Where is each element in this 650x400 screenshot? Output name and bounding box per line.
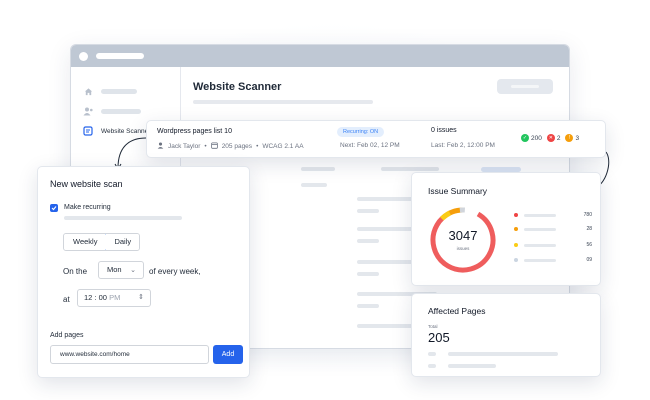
row-placeholder xyxy=(428,364,436,368)
legend-row: 56 xyxy=(514,241,592,249)
legend-row: 09 xyxy=(514,256,592,264)
subtitle-placeholder xyxy=(193,100,373,104)
legend-value: 28 xyxy=(586,226,592,232)
scan-pages: 205 pages xyxy=(221,143,253,150)
legend-value: 09 xyxy=(586,257,592,263)
scan-meta: Jack Taylor • 205 pages • WCAG 2.1 AA xyxy=(157,142,304,151)
recurring-hint-placeholder xyxy=(64,216,182,220)
sidebar-item-placeholder xyxy=(101,108,141,114)
frequency-weekly-button[interactable]: Weekly xyxy=(64,234,108,250)
last-run: Last: Feb 2, 12:00 PM xyxy=(431,142,495,149)
page-title: Website Scanner xyxy=(193,81,282,93)
sidebar-item-placeholder xyxy=(101,88,137,94)
legend-placeholder xyxy=(524,243,556,247)
legend-row: 780 xyxy=(514,211,592,219)
row-placeholder xyxy=(381,167,439,171)
sidebar-item-home[interactable] xyxy=(71,81,180,101)
separator-dot: • xyxy=(256,143,259,150)
next-run: Next: Feb 02, 12 PM xyxy=(340,142,400,149)
add-button[interactable]: Add xyxy=(213,345,243,364)
frequency-toggle: Weekly Daily xyxy=(63,233,141,251)
add-pages-label: Add pages xyxy=(50,332,84,339)
make-recurring-label: Make recurring xyxy=(64,204,111,211)
new-scan-title: New website scan xyxy=(50,179,123,189)
affected-pages-title: Affected Pages xyxy=(428,306,486,316)
affected-total-label: Total xyxy=(428,324,438,329)
updown-icon[interactable]: ⇕ xyxy=(138,290,144,306)
row-placeholder xyxy=(448,352,558,356)
issues-count: 0 issues xyxy=(431,127,457,134)
day-select-value: Mon xyxy=(107,265,122,274)
every-week-label: of every week, xyxy=(149,267,201,276)
time-separator: : xyxy=(94,293,97,302)
row-placeholder xyxy=(357,239,379,243)
legend-dot xyxy=(514,243,518,247)
legend-placeholder xyxy=(524,213,556,217)
window-control-dot[interactable] xyxy=(79,51,88,61)
time-hour: 12 xyxy=(84,293,93,302)
legend-placeholder xyxy=(524,258,556,262)
row-placeholder xyxy=(428,352,436,356)
frequency-daily-button[interactable]: Daily xyxy=(106,234,140,250)
legend-placeholder xyxy=(524,227,556,231)
legend-dot xyxy=(514,227,518,231)
user-icon xyxy=(157,142,164,151)
sidebar-item-label: Website Scanner xyxy=(101,127,151,135)
separator-dot: • xyxy=(204,143,207,150)
legend-dot xyxy=(514,258,518,262)
warning-icon: ! xyxy=(565,134,574,142)
at-label: at xyxy=(63,295,70,304)
check-icon: ✓ xyxy=(521,134,529,142)
chevron-down-icon: ⌄ xyxy=(130,267,136,274)
legend-value: 780 xyxy=(583,212,592,218)
failed-count: ✕ 2 xyxy=(546,134,561,142)
recurring-badge: Recurring: ON xyxy=(337,127,385,137)
time-minute: 00 xyxy=(98,293,107,302)
row-placeholder xyxy=(357,209,379,213)
window-title-placeholder xyxy=(96,53,144,59)
issues-total: 3047 xyxy=(448,228,478,243)
legend-dot xyxy=(514,213,518,217)
on-the-label: On the xyxy=(63,267,88,276)
scanner-icon xyxy=(83,126,93,136)
row-placeholder xyxy=(357,272,379,276)
scan-row-card[interactable]: Wordpress pages list 10 Jack Taylor • 20… xyxy=(146,120,606,158)
row-placeholder xyxy=(357,304,379,308)
window-titlebar xyxy=(71,45,569,67)
sidebar-item-users[interactable] xyxy=(71,101,180,121)
legend-value: 56 xyxy=(586,242,592,248)
issue-summary-card: Issue Summary 3047 issues 780 28 56 09 xyxy=(411,172,601,286)
make-recurring-checkbox[interactable] xyxy=(50,204,58,212)
status-counts: ✓ 200 ✕ 2 ! 3 xyxy=(521,134,579,142)
home-icon xyxy=(83,86,93,96)
day-select[interactable]: Mon ⌄ xyxy=(98,261,144,279)
issue-summary-title: Issue Summary xyxy=(428,186,488,196)
new-scan-card: New website scan Make recurring Weekly D… xyxy=(37,166,250,378)
row-placeholder xyxy=(448,364,496,368)
warning-count: ! 3 xyxy=(565,134,579,142)
error-icon: ✕ xyxy=(546,134,555,142)
users-icon xyxy=(83,106,93,116)
passed-count: ✓ 200 xyxy=(521,134,542,142)
header-action-button[interactable] xyxy=(497,79,553,94)
row-placeholder xyxy=(301,167,335,171)
pages-icon xyxy=(210,142,218,151)
affected-pages-card: Affected Pages Total 205 xyxy=(411,293,601,377)
legend-row: 28 xyxy=(514,225,592,233)
time-picker[interactable]: 12 : 00 PM ⇕ xyxy=(77,289,151,307)
url-input[interactable]: www.website.com/home xyxy=(50,345,209,364)
scan-standard: WCAG 2.1 AA xyxy=(262,143,304,150)
affected-total: 205 xyxy=(428,330,450,345)
scan-owner: Jack Taylor xyxy=(168,143,201,150)
issues-total-label: issues xyxy=(456,246,470,251)
scan-name: Wordpress pages list 10 xyxy=(157,128,232,135)
checkmark-icon xyxy=(51,206,57,211)
row-placeholder xyxy=(301,183,327,187)
time-ampm: PM xyxy=(109,293,121,302)
